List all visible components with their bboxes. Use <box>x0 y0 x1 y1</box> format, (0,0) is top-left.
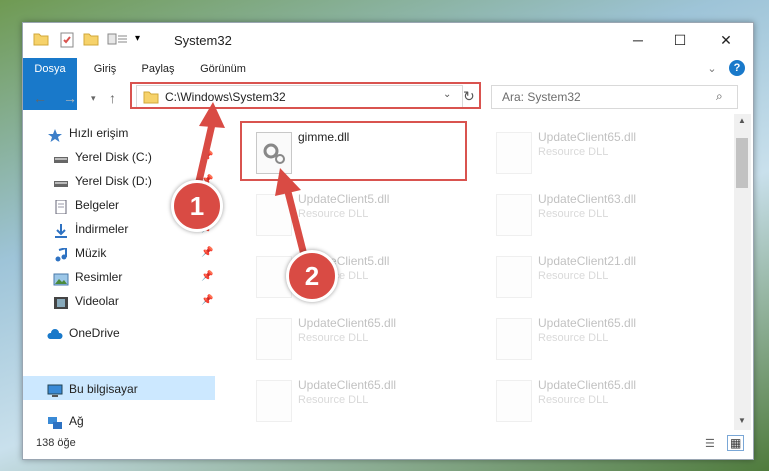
step-1-badge: 1 <box>171 180 223 232</box>
arrow-2-head <box>275 168 301 196</box>
arrow-2 <box>283 187 308 256</box>
step-2-badge: 2 <box>286 250 338 302</box>
arrow-1-head <box>199 102 225 128</box>
annotation-arrows <box>193 102 308 256</box>
